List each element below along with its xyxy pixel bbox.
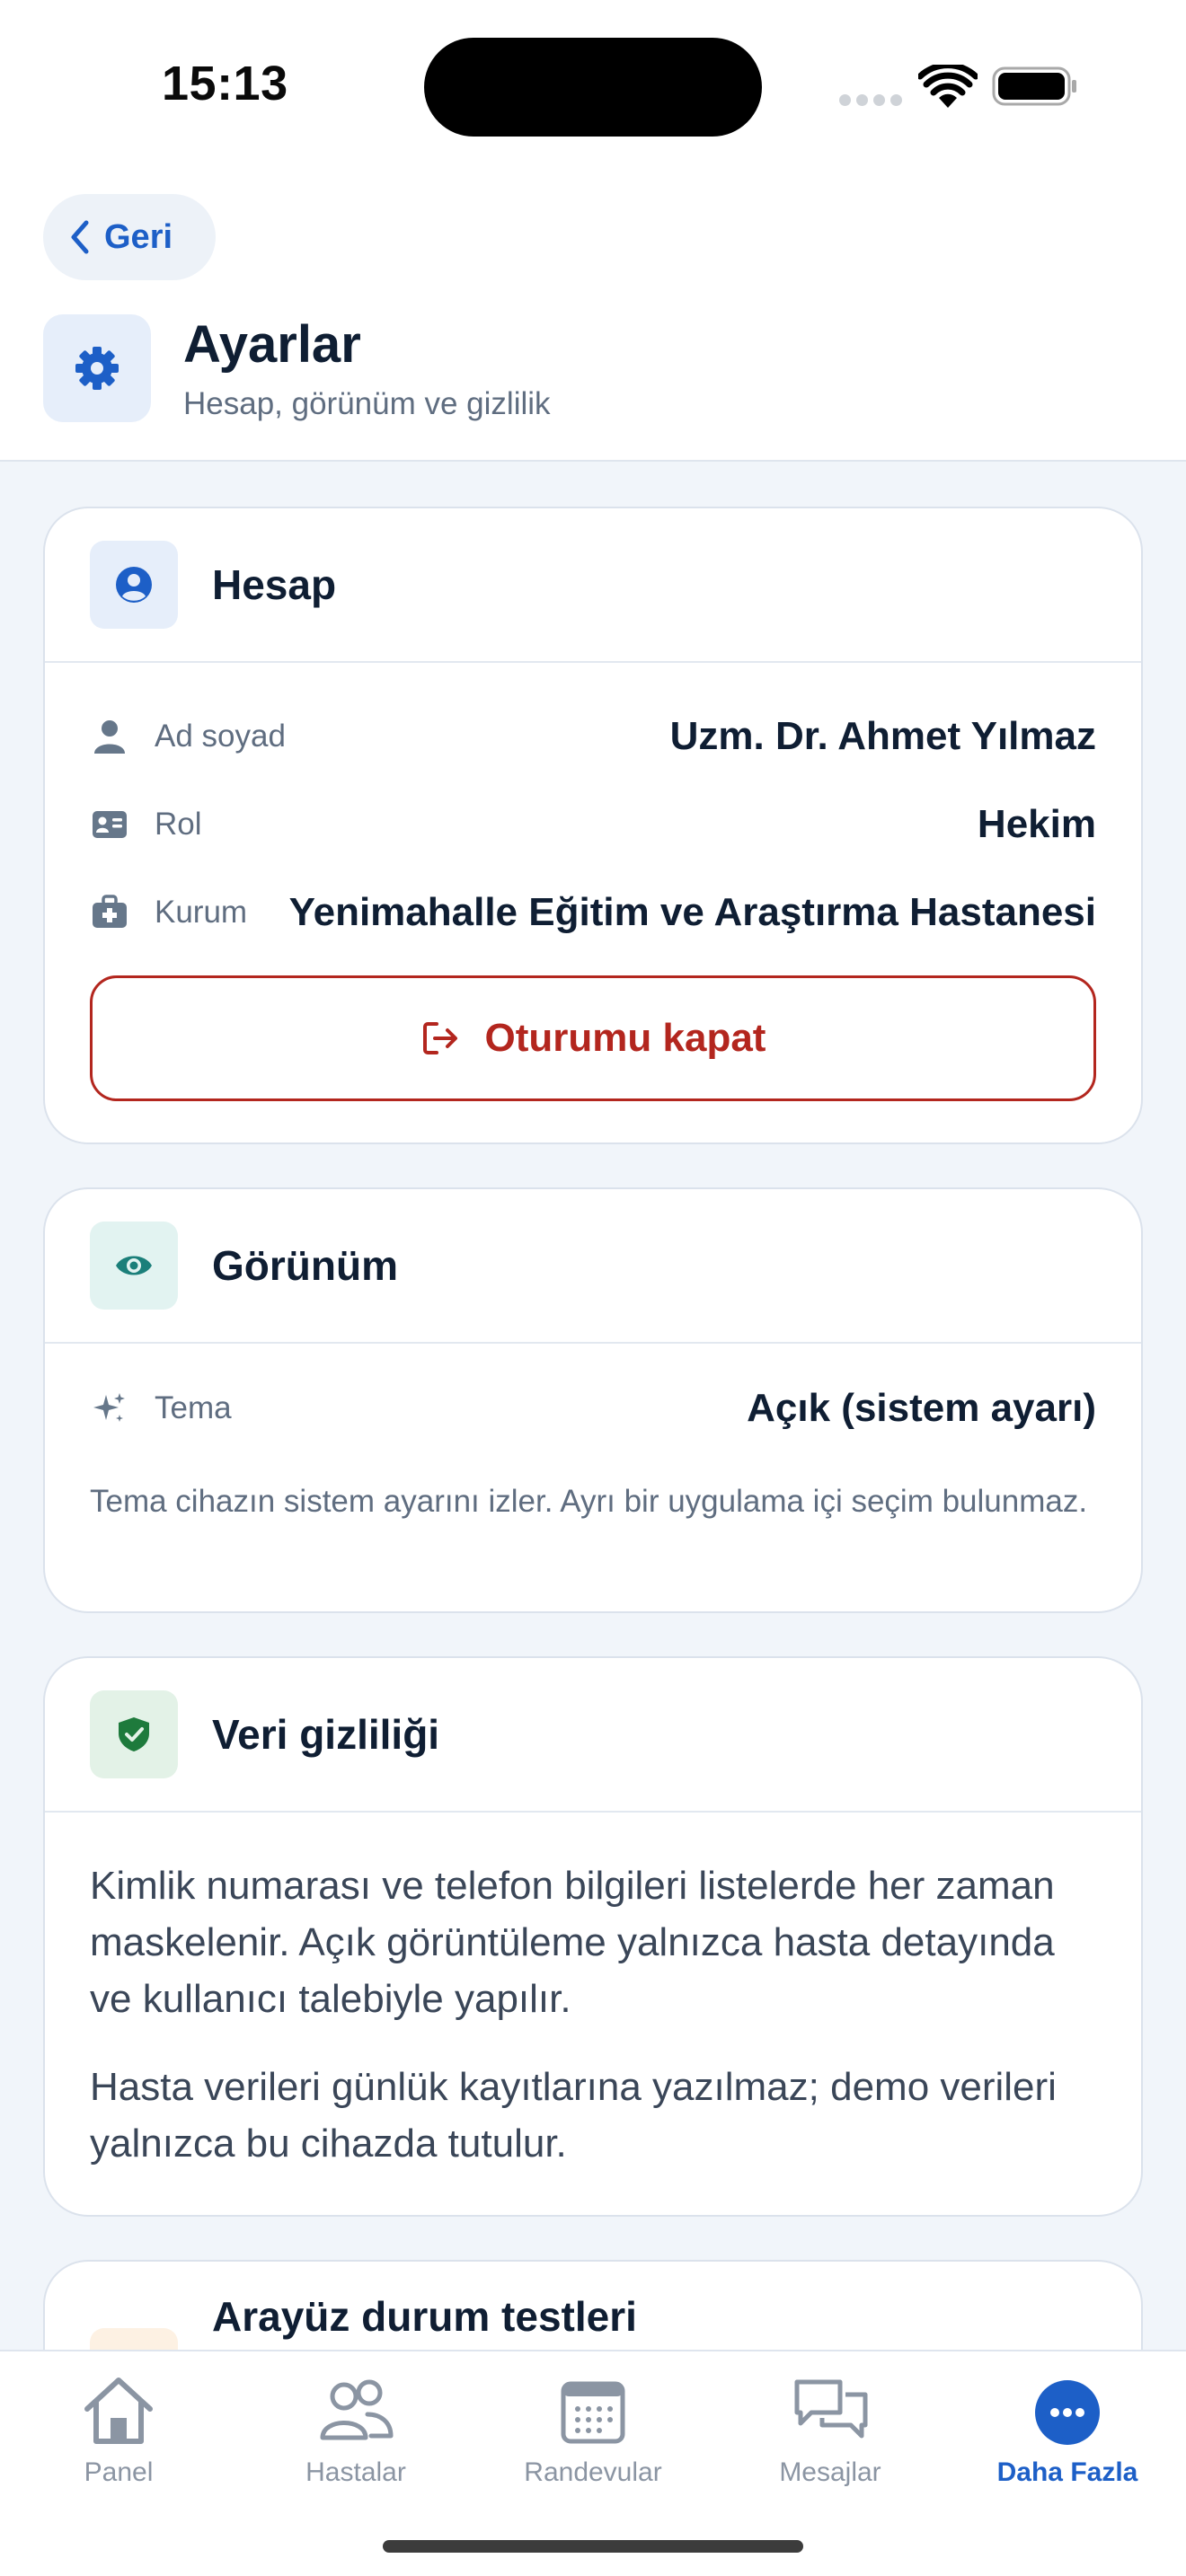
status-time: 15:13: [162, 57, 288, 110]
tab-label: Hastalar: [305, 2457, 406, 2487]
appearance-card: Görünüm Tema Açık (sistem ayarı) Tema ci…: [43, 1187, 1143, 1613]
sparkles-icon: [90, 1389, 129, 1428]
header-area: 15:13 Geri Ayarlar Hesap, görünüm ve giz…: [0, 0, 1186, 462]
people-icon: [320, 2379, 394, 2440]
account-row-label: Kurum: [155, 895, 248, 930]
id-card-icon: [90, 805, 129, 844]
account-card: Hesap Ad soyad Uzm. Dr. Ahmet Yılmaz Rol…: [43, 507, 1143, 1144]
chevron-left-icon: [71, 220, 89, 254]
cellular-signal-icon: [839, 94, 902, 106]
logout-icon: [422, 1022, 457, 1054]
tab-label: Panel: [84, 2457, 154, 2487]
account-icon-box: [90, 541, 178, 629]
appearance-card-header: Görünüm: [45, 1189, 1141, 1344]
ui-tests-title: Arayüz durum testleri: [212, 2293, 637, 2340]
account-row-institution: Kurum Yenimahalle Eğitim ve Araştırma Ha…: [90, 886, 1096, 940]
back-button[interactable]: Geri: [43, 194, 216, 280]
calendar-icon: [561, 2381, 625, 2444]
account-row-value: Yenimahalle Eğitim ve Araştırma Hastanes…: [288, 890, 1096, 934]
page-title: Ayarlar: [183, 315, 361, 374]
tab-patients[interactable]: Hastalar: [237, 2369, 474, 2488]
account-card-header: Hesap: [45, 508, 1141, 663]
tab-messages[interactable]: Mesajlar: [712, 2369, 949, 2488]
wifi-icon: [918, 65, 978, 108]
tab-more[interactable]: Daha Fazla: [949, 2369, 1186, 2488]
tab-label: Randevular: [524, 2457, 662, 2487]
account-row-label: Rol: [155, 807, 202, 842]
logout-label: Oturumu kapat: [484, 1016, 766, 1060]
logout-button[interactable]: Oturumu kapat: [90, 975, 1096, 1101]
tab-label: Daha Fazla: [996, 2457, 1138, 2487]
home-indicator: [383, 2540, 803, 2553]
gear-icon: [75, 347, 119, 390]
appearance-icon-box: [90, 1222, 178, 1310]
more-icon: [1035, 2380, 1100, 2445]
account-row-label: Ad soyad: [155, 719, 286, 754]
account-row-value: Uzm. Dr. Ahmet Yılmaz: [669, 714, 1096, 758]
medical-bag-icon: [90, 893, 129, 932]
account-row-role: Rol Hekim: [90, 798, 1096, 851]
theme-label: Tema: [155, 1390, 232, 1425]
user-circle-icon: [116, 567, 152, 603]
privacy-card: Veri gizliliği Kimlik numarası ve telefo…: [43, 1656, 1143, 2217]
tab-appointments[interactable]: Randevular: [474, 2369, 712, 2488]
privacy-title: Veri gizliliği: [212, 1711, 440, 1758]
privacy-paragraph: Hasta verileri günlük kayıtlarına yazılm…: [90, 2065, 1057, 2166]
house-icon: [84, 2378, 153, 2444]
privacy-card-header: Veri gizliliği: [45, 1658, 1141, 1813]
tab-panel[interactable]: Panel: [0, 2369, 237, 2488]
privacy-icon-box: [90, 1690, 178, 1778]
privacy-paragraph: Kimlik numarası ve telefon bilgileri lis…: [90, 1864, 1055, 2021]
theme-value: Açık (sistem ayarı): [747, 1386, 1096, 1430]
account-row-value: Hekim: [977, 802, 1096, 846]
dynamic-island: [424, 38, 762, 137]
chat-bubbles-icon: [794, 2379, 868, 2439]
tab-label: Mesajlar: [779, 2457, 881, 2487]
page-subtitle: Hesap, görünüm ve gizlilik: [183, 386, 551, 421]
battery-icon: [992, 66, 1076, 106]
back-label: Geri: [104, 217, 173, 256]
account-title: Hesap: [212, 561, 337, 608]
settings-screen: 15:13 Geri Ayarlar Hesap, görünüm ve giz…: [0, 0, 1186, 2576]
person-icon: [90, 717, 129, 756]
account-row-name: Ad soyad Uzm. Dr. Ahmet Yılmaz: [90, 710, 1096, 763]
settings-title-icon-box: [43, 314, 151, 422]
shield-check-icon: [119, 1717, 149, 1751]
theme-row: Tema Açık (sistem ayarı): [90, 1381, 1096, 1435]
theme-note: Tema cihazın sistem ayarını izler. Ayrı …: [90, 1484, 1088, 1519]
appearance-title: Görünüm: [212, 1242, 398, 1289]
eye-icon: [116, 1256, 152, 1275]
